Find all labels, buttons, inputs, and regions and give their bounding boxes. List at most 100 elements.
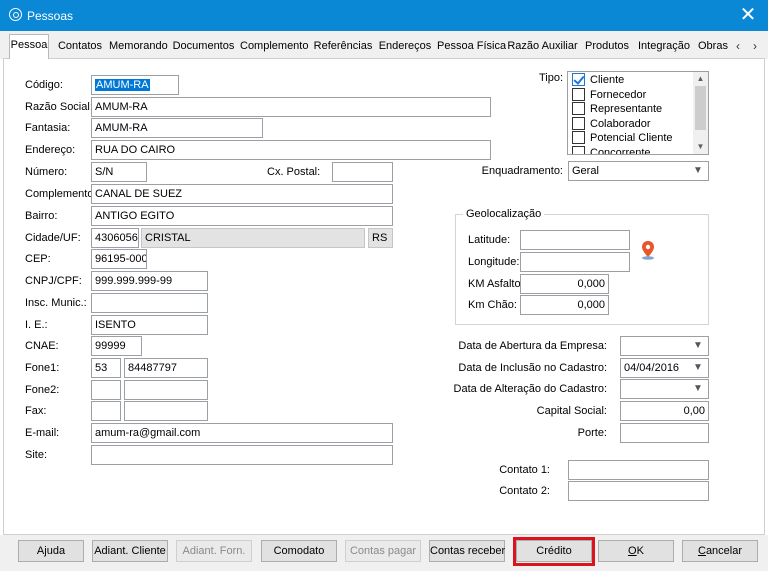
email-label: E-mail: [25, 427, 60, 439]
enquadramento-select[interactable]: Geral ▼ [568, 161, 709, 181]
ie-label: I. E.: [25, 319, 48, 331]
contato1-field[interactable] [568, 460, 709, 480]
scroll-down-icon[interactable]: ▼ [693, 141, 708, 153]
capital-social-label: Capital Social: [536, 405, 607, 417]
comodato-button[interactable]: Comodato [261, 540, 337, 562]
codigo-value: AMUM-RA [95, 79, 150, 91]
adiant-forn-button[interactable]: Adiant. Forn. [176, 540, 252, 562]
tab-obras[interactable]: Obras [698, 36, 730, 59]
email-field[interactable]: amum-ra@gmail.com [91, 423, 393, 443]
chevron-right-icon[interactable]: › [748, 39, 762, 53]
tab-enderecos[interactable]: Endereços [378, 36, 432, 59]
title-bar: Pessoas ✕ [0, 0, 768, 31]
tab-razao-auxiliar[interactable]: Razão Auxiliar [506, 36, 579, 59]
chevron-down-icon: ▼ [693, 340, 703, 351]
cidade-name-field: CRISTAL [141, 228, 365, 248]
data-inclusao-picker[interactable]: 04/04/2016 ▼ [620, 358, 709, 378]
insc-munic-label: Insc. Munic.: [25, 297, 87, 309]
km-asfalto-label: KM Asfalto: [468, 278, 524, 290]
tipo-item-label: Colaborador [590, 118, 651, 130]
uf-field: RS [368, 228, 393, 248]
bairro-label: Bairro: [25, 210, 58, 222]
tab-produtos[interactable]: Produtos [583, 36, 631, 59]
longitude-field[interactable] [520, 252, 630, 272]
km-chao-field[interactable]: 0,000 [520, 295, 609, 315]
tipo-item-label: Cliente [590, 74, 625, 86]
checkbox-icon[interactable] [572, 102, 585, 115]
km-asfalto-field[interactable]: 0,000 [520, 274, 609, 294]
checkbox-icon[interactable] [572, 88, 585, 101]
endereco-field[interactable]: RUA DO CAIRO [91, 140, 491, 160]
contato1-label: Contato 1: [499, 464, 550, 476]
cnpj-cpf-field[interactable]: 999.999.999-99 [91, 271, 208, 291]
data-inclusao-label: Data de Inclusão no Cadastro: [458, 362, 607, 374]
fantasia-field[interactable]: AMUM-RA [91, 118, 263, 138]
chevron-left-icon[interactable]: ‹ [731, 39, 745, 53]
contato2-field[interactable] [568, 481, 709, 501]
cancelar-button[interactable]: Cancelar [682, 540, 758, 562]
complemento-field[interactable]: CANAL DE SUEZ [91, 184, 393, 204]
tab-pessoa-fisica[interactable]: Pessoa Física [437, 36, 506, 59]
ok-label-rest: K [636, 545, 644, 557]
capital-social-field[interactable]: 0,00 [620, 401, 709, 421]
chevron-down-icon: ▼ [693, 383, 703, 394]
tab-referencias[interactable]: Referências [312, 36, 374, 59]
tipo-item-label: Potencial Cliente [590, 132, 673, 144]
cep-field[interactable]: 96195-000 [91, 249, 147, 269]
fax-ddd-field[interactable] [91, 401, 121, 421]
fone1-number-field[interactable]: 84487797 [124, 358, 208, 378]
razao-social-field[interactable]: AMUM-RA [91, 97, 491, 117]
cnae-label: CNAE: [25, 340, 59, 352]
codigo-field[interactable]: AMUM-RA [91, 75, 179, 95]
bairro-field[interactable]: ANTIGO EGITO [91, 206, 393, 226]
tab-contatos[interactable]: Contatos [55, 36, 105, 59]
ajuda-button[interactable]: Ajuda [18, 540, 84, 562]
complemento-label: Complemento: [25, 188, 97, 200]
scroll-up-icon[interactable]: ▲ [693, 73, 708, 85]
fone2-number-field[interactable] [124, 380, 208, 400]
longitude-label: Longitude: [468, 256, 520, 268]
checkbox-icon[interactable] [572, 117, 585, 130]
tab-documentos[interactable]: Documentos [172, 36, 235, 59]
tab-pessoa[interactable]: Pessoa [9, 34, 49, 59]
contas-receber-button[interactable]: Contas receber [429, 540, 505, 562]
checkbox-icon[interactable] [572, 131, 585, 144]
cnae-field[interactable]: 99999 [91, 336, 142, 356]
porte-field[interactable] [620, 423, 709, 443]
data-alteracao-picker[interactable]: ▼ [620, 379, 709, 399]
numero-field[interactable]: S/N [91, 162, 147, 182]
site-label: Site: [25, 449, 48, 461]
checkbox-icon[interactable] [572, 146, 585, 154]
data-alteracao-label: Data de Alteração do Cadastro: [453, 383, 607, 395]
tipo-item-label: Representante [590, 103, 663, 115]
tipo-label: Tipo: [538, 72, 563, 84]
checkbox-checked-icon[interactable] [572, 73, 585, 86]
tab-integracao[interactable]: Integração [635, 36, 693, 59]
tab-memorando[interactable]: Memorando [109, 36, 168, 59]
scroll-thumb[interactable] [695, 86, 706, 130]
site-field[interactable] [91, 445, 393, 465]
data-abertura-picker[interactable]: ▼ [620, 336, 709, 356]
fone1-ddd-field[interactable]: 53 [91, 358, 121, 378]
tab-complemento[interactable]: Complemento [240, 36, 308, 59]
codigo-label: Código: [25, 79, 63, 91]
fone2-ddd-field[interactable] [91, 380, 121, 400]
porte-label: Porte: [577, 427, 607, 439]
razao-social-label: Razão Social: [25, 101, 93, 113]
ok-button[interactable]: OK [598, 540, 674, 562]
cx-postal-field[interactable] [332, 162, 393, 182]
fone2-label: Fone2: [25, 384, 60, 396]
adiant-cliente-button[interactable]: Adiant. Cliente [92, 540, 168, 562]
map-pin-icon[interactable] [640, 240, 656, 260]
close-icon[interactable]: ✕ [734, 4, 762, 26]
tipo-listbox[interactable]: Cliente Fornecedor Representante Colabor… [567, 71, 709, 155]
ie-field[interactable]: ISENTO [91, 315, 208, 335]
numero-label: Número: [25, 166, 68, 178]
latitude-field[interactable] [520, 230, 630, 250]
ok-mnemonic: O [628, 545, 637, 557]
contas-pagar-button[interactable]: Contas pagar [345, 540, 421, 562]
cidade-code-field[interactable]: 4306056 [91, 228, 139, 248]
insc-munic-field[interactable] [91, 293, 208, 313]
tipo-scrollbar[interactable]: ▲ ▼ [693, 72, 708, 154]
fax-number-field[interactable] [124, 401, 208, 421]
